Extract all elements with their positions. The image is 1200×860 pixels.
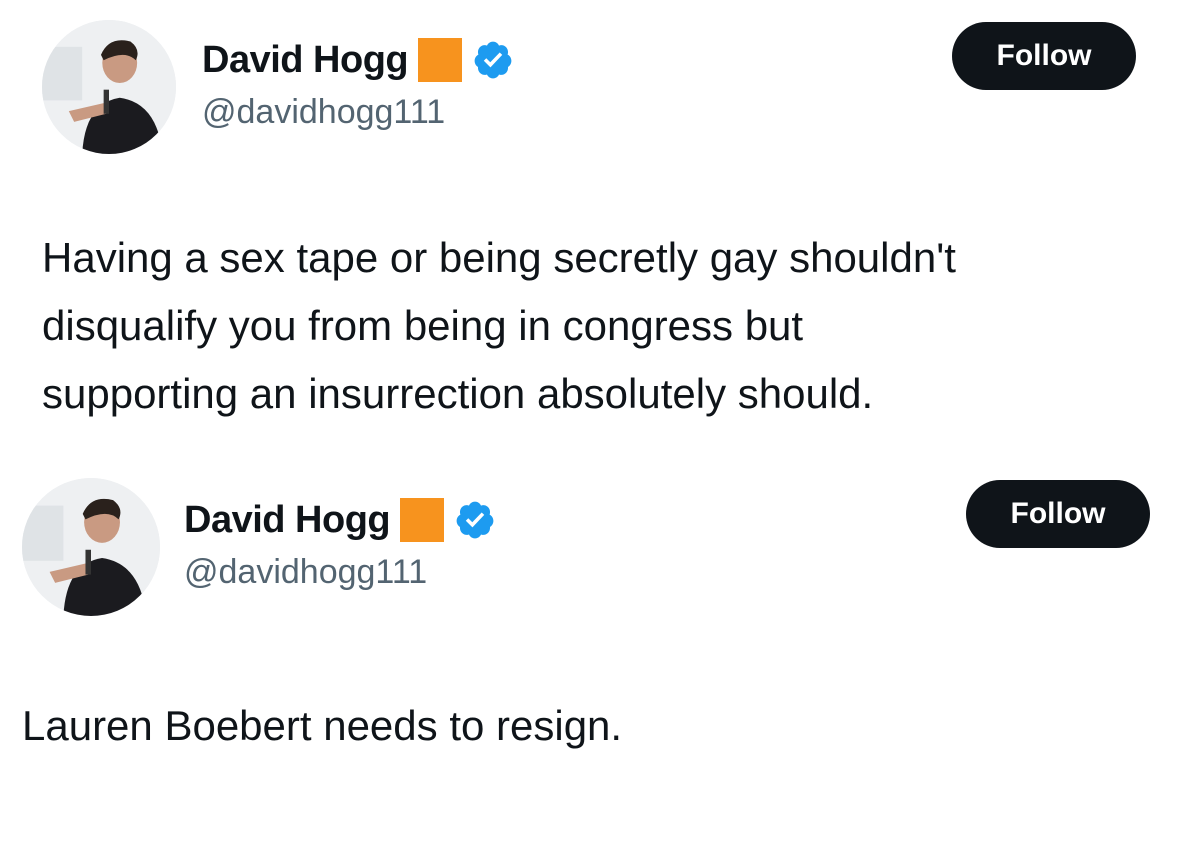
verified-badge-icon[interactable]	[472, 39, 514, 81]
follow-button[interactable]: Follow	[966, 480, 1150, 548]
display-name[interactable]: David Hogg	[202, 34, 409, 86]
follow-button[interactable]: Follow	[952, 22, 1136, 90]
display-name[interactable]: David Hogg	[184, 494, 391, 546]
tweet: David Hogg @davidhogg111 Follow Having a…	[0, 0, 1200, 470]
orange-square-icon	[418, 38, 463, 82]
author-name-row: David Hogg	[184, 494, 496, 546]
author-name-row: David Hogg	[202, 34, 514, 86]
author-handle[interactable]: @davidhogg111	[184, 550, 427, 594]
tweet-text: Lauren Boebert needs to resign.	[22, 702, 623, 749]
avatar-photo-icon	[42, 20, 176, 154]
verified-badge-icon[interactable]	[454, 499, 496, 541]
avatar[interactable]	[22, 478, 160, 616]
orange-square-icon	[400, 498, 445, 542]
tweet-text: Having a sex tape or being secretly gay …	[42, 234, 956, 417]
avatar[interactable]	[42, 20, 176, 154]
author-handle[interactable]: @davidhogg111	[202, 90, 445, 134]
tweet: David Hogg @davidhogg111 Follow Lauren B…	[0, 470, 1200, 860]
avatar-photo-icon	[22, 478, 160, 616]
